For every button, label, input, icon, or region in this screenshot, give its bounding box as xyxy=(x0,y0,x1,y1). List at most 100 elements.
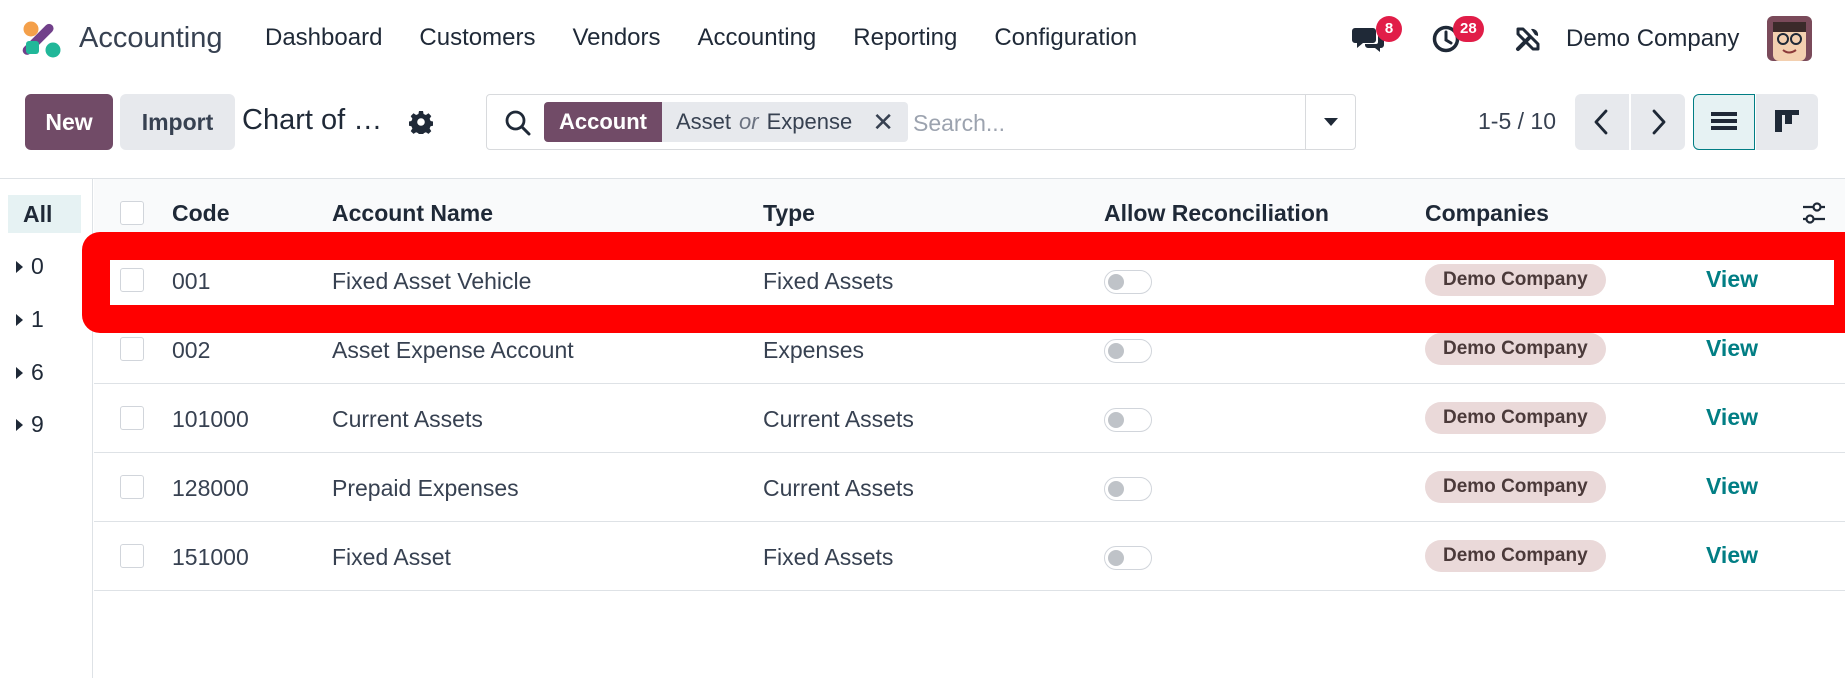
menu-configuration[interactable]: Configuration xyxy=(994,24,1137,52)
group-item-0[interactable]: 0 xyxy=(16,253,44,280)
avatar[interactable] xyxy=(1767,16,1812,61)
column-code[interactable]: Code xyxy=(172,200,230,227)
pager-next-button[interactable] xyxy=(1631,94,1685,150)
row-checkbox[interactable] xyxy=(120,268,144,292)
company-switcher[interactable]: Demo Company xyxy=(1566,25,1739,53)
menu-customers[interactable]: Customers xyxy=(419,24,535,52)
cell-type: Current Assets xyxy=(763,475,914,501)
menu-vendors[interactable]: Vendors xyxy=(572,24,660,52)
caret-down-icon xyxy=(1324,118,1338,126)
company-tag: Demo Company xyxy=(1425,333,1606,365)
table-row[interactable]: 001 Fixed Asset Vehicle Fixed Assets Dem… xyxy=(94,246,1845,315)
select-all-checkbox[interactable] xyxy=(120,201,144,225)
facet-value-asset: Asset xyxy=(676,109,732,134)
row-checkbox[interactable] xyxy=(120,544,144,568)
pager-previous-button[interactable] xyxy=(1575,94,1629,150)
group-item-label: 6 xyxy=(31,359,44,385)
odoo-logo-icon[interactable] xyxy=(22,19,62,59)
view-link[interactable]: View xyxy=(1706,266,1758,293)
reconcile-toggle[interactable] xyxy=(1104,270,1152,294)
table-row[interactable]: 002 Asset Expense Account Expenses Demo … xyxy=(94,315,1845,384)
facet-value-expense: Expense xyxy=(766,109,853,134)
cell-account-name: Current Assets xyxy=(332,406,483,432)
gear-icon[interactable] xyxy=(409,110,433,134)
column-account-name[interactable]: Account Name xyxy=(332,200,493,227)
row-checkbox[interactable] xyxy=(120,406,144,430)
search-facet: Account Asset or Expense ✕ xyxy=(544,102,909,142)
column-companies[interactable]: Companies xyxy=(1425,200,1549,227)
caret-right-icon xyxy=(16,366,23,379)
facet-values: Asset or Expense ✕ xyxy=(662,102,909,142)
row-checkbox[interactable] xyxy=(120,475,144,499)
cell-code: 001 xyxy=(172,268,211,294)
messages-badge: 8 xyxy=(1376,16,1402,42)
view-link[interactable]: View xyxy=(1706,473,1758,500)
group-item-1[interactable]: 1 xyxy=(16,306,44,333)
caret-right-icon xyxy=(16,418,23,431)
cell-account-name: Fixed Asset xyxy=(332,544,451,570)
facet-or: or xyxy=(739,109,759,134)
caret-right-icon xyxy=(16,313,23,326)
cell-type: Fixed Assets xyxy=(763,268,894,294)
table-row[interactable]: 151000 Fixed Asset Fixed Assets Demo Com… xyxy=(94,522,1845,591)
chevron-right-icon xyxy=(1652,109,1666,135)
cell-account-name: Asset Expense Account xyxy=(332,337,574,363)
close-icon[interactable]: ✕ xyxy=(872,102,894,142)
facet-label: Account xyxy=(544,102,662,142)
view-link[interactable]: View xyxy=(1706,404,1758,431)
company-tag: Demo Company xyxy=(1425,471,1606,503)
pager-value[interactable]: 1-5 / 10 xyxy=(1478,108,1556,135)
main-menu: Dashboard Customers Vendors Accounting R… xyxy=(265,24,1174,52)
tools-icon[interactable] xyxy=(1514,25,1542,53)
group-all[interactable]: All xyxy=(8,195,81,233)
company-tag: Demo Company xyxy=(1425,264,1606,296)
search-input[interactable] xyxy=(913,103,1293,143)
kanban-view-button[interactable] xyxy=(1756,94,1818,150)
cell-type: Current Assets xyxy=(763,406,914,432)
column-allow-reconciliation[interactable]: Allow Reconciliation xyxy=(1104,200,1329,227)
column-type[interactable]: Type xyxy=(763,200,815,227)
table-row[interactable]: 101000 Current Assets Current Assets Dem… xyxy=(94,384,1845,453)
kanban-view-icon xyxy=(1775,110,1799,132)
list-view-icon xyxy=(1711,112,1737,130)
row-checkbox[interactable] xyxy=(120,337,144,361)
search-options-toggle[interactable] xyxy=(1305,95,1355,149)
app-name[interactable]: Accounting xyxy=(79,22,223,55)
new-button[interactable]: New xyxy=(25,94,113,150)
menu-accounting[interactable]: Accounting xyxy=(698,24,817,52)
page-title: Chart of … xyxy=(242,104,383,136)
group-panel: All 0 1 6 9 xyxy=(0,179,93,678)
menu-reporting[interactable]: Reporting xyxy=(853,24,957,52)
chevron-left-icon xyxy=(1594,109,1608,135)
cell-account-name: Fixed Asset Vehicle xyxy=(332,268,532,294)
cell-code: 151000 xyxy=(172,544,249,570)
cell-code: 002 xyxy=(172,337,211,363)
group-item-9[interactable]: 9 xyxy=(16,411,44,438)
company-tag: Demo Company xyxy=(1425,540,1606,572)
reconcile-toggle[interactable] xyxy=(1104,408,1152,432)
reconcile-toggle[interactable] xyxy=(1104,546,1152,570)
import-button[interactable]: Import xyxy=(120,94,235,150)
menu-dashboard[interactable]: Dashboard xyxy=(265,24,382,52)
cell-type: Expenses xyxy=(763,337,865,363)
table-row[interactable]: 128000 Prepaid Expenses Current Assets D… xyxy=(94,453,1845,522)
view-link[interactable]: View xyxy=(1706,335,1758,362)
cell-type: Fixed Assets xyxy=(763,544,894,570)
cell-account-name: Prepaid Expenses xyxy=(332,475,519,501)
table-header: Code Account Name Type Allow Reconciliat… xyxy=(94,179,1845,246)
group-item-label: 0 xyxy=(31,253,44,279)
group-item-6[interactable]: 6 xyxy=(16,359,44,386)
activities-badge: 28 xyxy=(1453,16,1484,42)
reconcile-toggle[interactable] xyxy=(1104,339,1152,363)
optional-columns-icon[interactable] xyxy=(1801,200,1827,226)
search-icon[interactable] xyxy=(504,109,532,137)
view-link[interactable]: View xyxy=(1706,542,1758,569)
reconcile-toggle[interactable] xyxy=(1104,477,1152,501)
list-view-button[interactable] xyxy=(1693,94,1755,150)
cell-code: 128000 xyxy=(172,475,249,501)
cell-code: 101000 xyxy=(172,406,249,432)
group-item-label: 9 xyxy=(31,411,44,437)
group-item-label: 1 xyxy=(31,306,44,332)
top-navbar: Accounting Dashboard Customers Vendors A… xyxy=(0,0,1845,80)
caret-right-icon xyxy=(16,260,23,273)
